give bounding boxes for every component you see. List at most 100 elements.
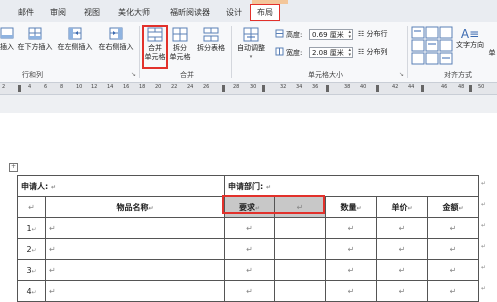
- distribute-rows-label: 分布行: [366, 30, 388, 38]
- insert-left-button[interactable]: 在左侧插入: [55, 26, 95, 52]
- table-cell[interactable]: [274, 217, 326, 239]
- table-cell[interactable]: ↵: [376, 217, 428, 239]
- insert-above-label: 在下方插入: [17, 43, 53, 51]
- row-height-icon: [275, 29, 284, 38]
- table-cell[interactable]: ↵: [426, 259, 480, 281]
- merge-cells-icon: [147, 27, 163, 42]
- distribute-cols-icon: ☷: [358, 48, 365, 56]
- row-height-input[interactable]: 0.69 厘米 ▴ ▾: [309, 29, 353, 40]
- table-cell[interactable]: ↵: [426, 217, 480, 239]
- table-cell[interactable]: ↵: [224, 259, 275, 281]
- ruler-marker[interactable]: [262, 85, 265, 92]
- table-cell[interactable]: ↵: [325, 217, 377, 239]
- ruler-number: 46: [441, 84, 448, 90]
- tab-design[interactable]: 设计: [222, 5, 246, 21]
- tab-beautify-master[interactable]: 美化大师: [114, 5, 154, 21]
- height-label: 高度:: [286, 31, 303, 39]
- table-cell[interactable]: ↵: [224, 217, 275, 239]
- row-number-cell[interactable]: 2↵: [17, 238, 46, 260]
- insert-left-icon: [68, 27, 82, 40]
- text-direction-label: 文字方向: [456, 41, 484, 49]
- table-cell[interactable]: ↵: [376, 238, 428, 260]
- table-cell[interactable]: ↵: [376, 259, 428, 281]
- width-label: 宽度:: [286, 49, 303, 57]
- quantity-label: 数量: [340, 202, 357, 212]
- separator: [139, 26, 140, 78]
- cell-margins-button[interactable]: 单: [487, 49, 497, 58]
- insert-right-label: 在右侧插入: [98, 43, 134, 51]
- split-cells-icon: [172, 27, 188, 42]
- table-cell[interactable]: ↵: [426, 238, 480, 260]
- table-cell[interactable]: ↵: [45, 238, 225, 260]
- table-cell[interactable]: ↵: [376, 280, 428, 302]
- table-cell[interactable]: ↵: [224, 238, 275, 260]
- group-label-rows-cols: 行和列: [22, 71, 43, 79]
- autofit-label: 自动调整: [237, 44, 265, 52]
- column-width-value: 2.08 厘米: [312, 49, 344, 57]
- cell-size-dialog-launcher[interactable]: ↘: [399, 71, 404, 78]
- row-number-cell[interactable]: 1↵: [17, 217, 46, 239]
- applicant-cell[interactable]: 申请人: ↵: [17, 175, 225, 197]
- insert-above-button[interactable]: 在下方插入: [17, 26, 53, 52]
- ruler-number: 2: [2, 84, 6, 90]
- table-cell[interactable]: ↵: [45, 259, 225, 281]
- column-width-input[interactable]: 2.08 厘米 ▴ ▾: [309, 47, 353, 58]
- tab-layout[interactable]: 布局: [250, 4, 280, 21]
- ruler-marker[interactable]: [222, 85, 225, 92]
- unit-price-cell[interactable]: 单价↵: [376, 196, 428, 218]
- item-name-cell[interactable]: 物品名称↵: [45, 196, 225, 218]
- alignment-grid-icon[interactable]: [411, 26, 453, 66]
- tab-review[interactable]: 审阅: [46, 5, 70, 21]
- merge-cells-button[interactable]: 合并 单元格: [144, 27, 166, 62]
- row-number-cell[interactable]: 4↵: [17, 280, 46, 302]
- table-cell[interactable]: ↵: [426, 280, 480, 302]
- tab-mailings[interactable]: 邮件: [14, 5, 38, 21]
- table-cell[interactable]: [274, 238, 326, 260]
- ruler-marker[interactable]: [376, 85, 379, 92]
- group-label-align: 对齐方式: [444, 71, 472, 79]
- insert-below-button[interactable]: 插入: [0, 26, 14, 52]
- selected-cells-highlight: [222, 195, 325, 214]
- ruler-marker[interactable]: [18, 85, 21, 92]
- ruler-number: 20: [155, 84, 162, 90]
- rows-cols-dialog-launcher[interactable]: ↘: [131, 71, 136, 78]
- ruler-number: 48: [458, 84, 465, 90]
- table-move-handle-icon[interactable]: +: [9, 163, 18, 172]
- tab-foxit-reader[interactable]: 福昕阅读器: [164, 5, 216, 21]
- tab-view[interactable]: 视图: [80, 5, 104, 21]
- row-number-cell[interactable]: 3↵: [17, 259, 46, 281]
- quantity-cell[interactable]: 数量↵: [325, 196, 377, 218]
- table-cell[interactable]: ↵: [325, 280, 377, 302]
- autofit-button[interactable]: 自动调整 ▾: [234, 27, 268, 62]
- table-cell[interactable]: ↵: [45, 217, 225, 239]
- separator: [231, 26, 232, 78]
- amount-label: 金额: [442, 202, 459, 212]
- ruler-marker[interactable]: [421, 85, 424, 92]
- table-cell[interactable]: ↵: [45, 280, 225, 302]
- ruler-marker[interactable]: [326, 85, 329, 92]
- distribute-cols-button[interactable]: ☷ 分布列: [358, 48, 388, 57]
- table-cell[interactable]: ↵: [17, 196, 46, 218]
- amount-cell[interactable]: 金额↵: [426, 196, 480, 218]
- table-cell[interactable]: [274, 259, 326, 281]
- ruler-number: 22: [171, 84, 178, 90]
- ruler-marker[interactable]: [469, 85, 472, 92]
- department-cell[interactable]: 申请部门: ↵: [223, 175, 480, 197]
- distribute-rows-button[interactable]: ☷ 分布行: [358, 30, 388, 39]
- text-direction-button[interactable]: A≡ 文字方向: [455, 27, 485, 50]
- ruler-number: 30: [250, 84, 257, 90]
- width-spinner-icon[interactable]: ▴ ▾: [348, 48, 351, 58]
- item-name-label: 物品名称: [116, 202, 149, 212]
- ribbon-layout: 插入 在下方插入 在左侧插入 在右侧插入 行和列 ↘ 合并 单元格 拆分 单元格…: [0, 22, 497, 83]
- row-end-mark: ↵: [481, 201, 487, 208]
- height-spinner-icon[interactable]: ▴ ▾: [348, 30, 351, 40]
- insert-right-button[interactable]: 在右侧插入: [96, 26, 136, 52]
- horizontal-ruler[interactable]: 2 4 6 8 10 12 14 16 18 20 22 24 26 28 30…: [0, 83, 497, 95]
- split-table-button[interactable]: 拆分表格: [194, 27, 228, 53]
- ruler-number: 38: [344, 84, 351, 90]
- table-cell[interactable]: [274, 280, 326, 302]
- split-cells-button[interactable]: 拆分 单元格: [169, 27, 191, 62]
- table-cell[interactable]: ↵: [325, 238, 377, 260]
- table-cell[interactable]: ↵: [325, 259, 377, 281]
- table-cell[interactable]: ↵: [224, 280, 275, 302]
